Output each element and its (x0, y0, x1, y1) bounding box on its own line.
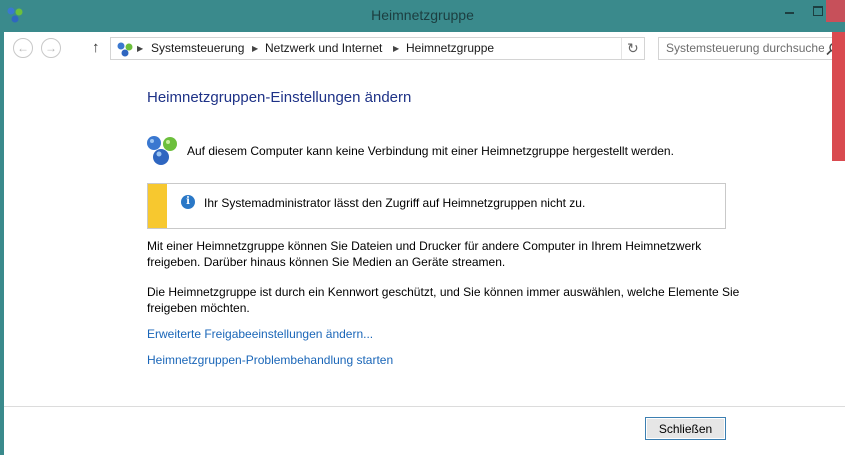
main-content: Heimnetzgruppen-Einstellungen ändern Auf… (4, 64, 845, 406)
info-box: i Ihr Systemadministrator lässt den Zugr… (147, 183, 726, 229)
info-message: Ihr Systemadministrator lässt den Zugrif… (204, 196, 586, 210)
homegroup-icon (117, 42, 133, 57)
breadcrumb-netzwerk-internet[interactable]: Netzwerk und Internet (265, 38, 382, 59)
page-title: Heimnetzgruppen-Einstellungen ändern (147, 89, 412, 106)
warning-stripe (148, 184, 167, 228)
info-icon: i (181, 195, 195, 209)
address-divider (621, 38, 622, 59)
search-input[interactable] (666, 41, 824, 55)
breadcrumb-systemsteuerung[interactable]: Systemsteuerung (151, 38, 244, 59)
breadcrumb-separator-icon[interactable]: ▶ (393, 38, 399, 59)
navigation-bar: ← → ↑ ▶ Systemsteuerung ▶ Netzwerk und I… (4, 32, 845, 64)
advanced-sharing-settings-link[interactable]: Erweiterte Freigabeeinstellungen ändern.… (147, 327, 373, 341)
search-box[interactable] (658, 37, 845, 60)
status-message: Auf diesem Computer kann keine Verbindun… (187, 144, 674, 158)
breadcrumb-separator-icon[interactable]: ▶ (252, 38, 258, 59)
footer-bar: Schließen (4, 406, 845, 455)
forward-arrow-icon[interactable]: → (41, 38, 61, 58)
window-title: Heimnetzgruppe (371, 7, 474, 23)
back-arrow-icon[interactable]: ← (13, 38, 33, 58)
title-bar: Heimnetzgruppe (0, 0, 845, 32)
minimize-button[interactable] (775, 0, 805, 22)
homegroup-icon (147, 136, 177, 165)
refresh-icon[interactable]: ↻ (627, 38, 639, 59)
up-arrow-icon[interactable]: ↑ (92, 38, 100, 58)
homegroup-troubleshooter-link[interactable]: Heimnetzgruppen-Problembehandlung starte… (147, 353, 393, 367)
description-paragraph: Mit einer Heimnetzgruppe können Sie Date… (147, 239, 702, 269)
homegroup-window: ← → ↑ ▶ Systemsteuerung ▶ Netzwerk und I… (4, 32, 845, 455)
address-bar[interactable]: ▶ Systemsteuerung ▶ Netzwerk und Interne… (110, 37, 645, 60)
close-button[interactable]: Schließen (645, 417, 726, 440)
close-window-button[interactable] (826, 0, 845, 22)
breadcrumb-separator-icon[interactable]: ▶ (137, 38, 143, 59)
breadcrumb-heimnetzgruppe[interactable]: Heimnetzgruppe (406, 38, 494, 59)
password-paragraph: Die Heimnetzgruppe ist durch ein Kennwor… (147, 285, 740, 315)
